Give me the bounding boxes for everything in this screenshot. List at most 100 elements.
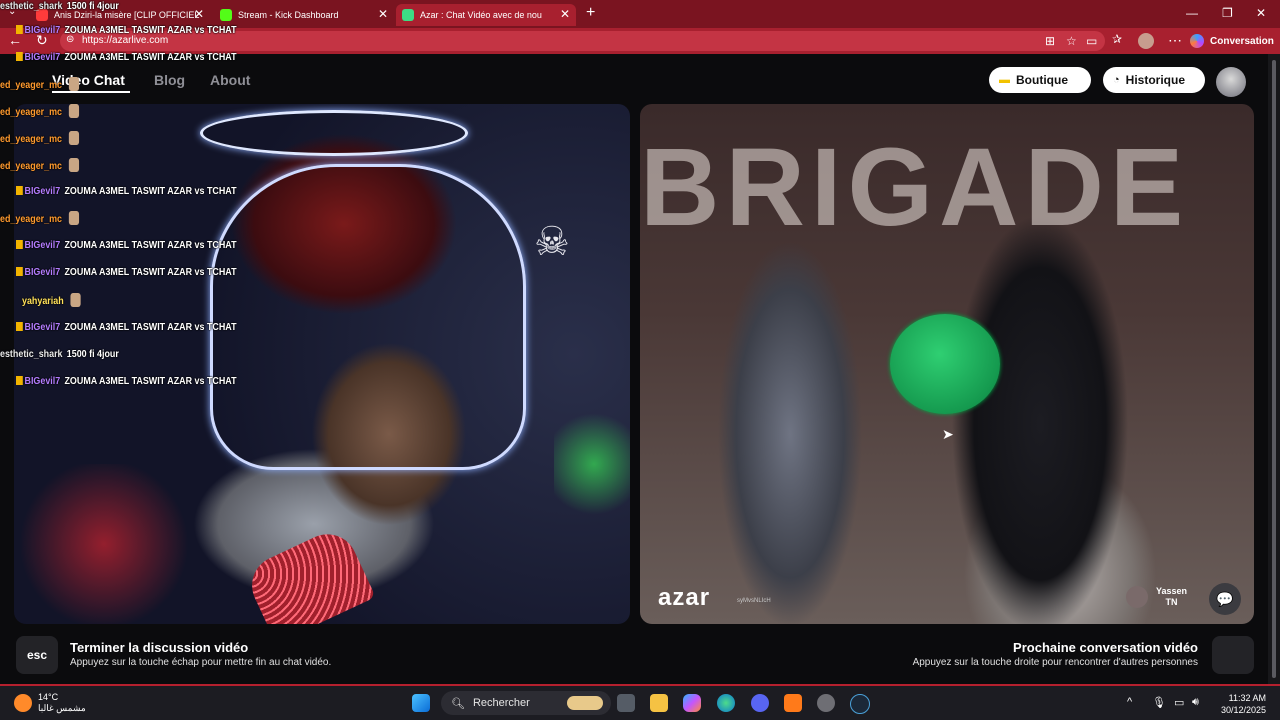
chat-username[interactable]: BIGevil7 — [25, 375, 61, 387]
tab-kick[interactable]: Stream - Kick Dashboard ✕ — [214, 4, 394, 26]
mouse-cursor-icon: ➤ — [942, 426, 954, 442]
subscriber-badge-icon — [16, 52, 23, 61]
chat-username[interactable]: yahyariah — [22, 295, 64, 307]
close-window-icon[interactable]: ✕ — [1256, 6, 1266, 20]
chat-message: ed_yeager_mc — [0, 104, 80, 118]
chat-text: ZOUMA A3MEL TASWIT AZAR vs TCHAT — [64, 24, 237, 36]
close-tab-icon[interactable]: ✕ — [560, 7, 570, 21]
chat-emote-icon — [68, 104, 80, 118]
nav-about[interactable]: About — [210, 72, 250, 88]
system-clock[interactable]: 11:32 AM 30/12/2025 — [1214, 692, 1266, 716]
close-tab-icon[interactable]: ✕ — [378, 7, 388, 21]
close-tab-icon[interactable]: ✕ — [194, 7, 204, 21]
minimize-icon[interactable]: — — [1186, 6, 1198, 20]
clock-time: 11:32 AM — [1228, 693, 1266, 703]
subscriber-badge-icon — [16, 267, 23, 276]
coin-icon: ▬ — [999, 74, 1010, 86]
chat-username[interactable]: BIGevil7 — [25, 239, 61, 251]
weather-text: 14°C مشمس غالبا — [38, 692, 86, 714]
partner-country: TN — [1165, 597, 1178, 607]
partner-video: BRIGADE ➤ azar syMvsNLIcH Yassen TN 💬 — [640, 104, 1254, 624]
partner-name: Yassen — [1156, 586, 1188, 596]
neon-outline — [210, 164, 526, 470]
tab-azar[interactable]: Azar : Chat Vidéo avec de nou ✕ — [396, 4, 576, 26]
windows-start-icon[interactable] — [412, 694, 430, 712]
chat-message: ed_yeager_mc — [0, 211, 80, 225]
chat-username[interactable]: ed_yeager_mc — [0, 213, 62, 225]
next-key-button[interactable] — [1212, 636, 1254, 674]
maximize-icon[interactable]: ❐ — [1222, 6, 1233, 20]
copilot-icon — [1190, 34, 1204, 48]
chat-text: ZOUMA A3MEL TASWIT AZAR vs TCHAT — [64, 51, 237, 63]
chat-text: ZOUMA A3MEL TASWIT AZAR vs TCHAT — [64, 266, 237, 278]
discord-icon[interactable] — [751, 694, 769, 712]
chat-username[interactable]: BIGevil7 — [25, 185, 61, 197]
volume-icon[interactable]: 🔊︎ — [1192, 696, 1199, 709]
network-icon[interactable]: ▭ — [1174, 696, 1184, 709]
esc-key-button[interactable]: esc — [16, 636, 58, 674]
partner-info[interactable]: Yassen TN — [1126, 584, 1187, 610]
camera-icon[interactable]: ▭ — [1086, 34, 1097, 48]
search-icon: 🔍︎ — [451, 697, 465, 710]
favorites-icon[interactable]: ✰ — [1112, 32, 1122, 46]
video-controls: esc Terminer la discussion vidéo Appuyez… — [0, 624, 1268, 684]
next-chat-hint: Appuyez sur la touche droite pour rencon… — [912, 657, 1198, 668]
app-install-icon[interactable]: ⊞ — [1045, 34, 1055, 48]
chat-message: esthetic_shark 1500 fi 4jour — [0, 0, 119, 12]
open-chat-button[interactable]: 💬 — [1209, 583, 1241, 615]
tray-overflow-icon[interactable]: ^ — [1127, 696, 1132, 708]
profile-avatar-icon[interactable] — [1138, 33, 1154, 49]
obs-icon[interactable] — [817, 694, 835, 712]
user-avatar[interactable] — [1216, 67, 1246, 97]
url-text: https://azarlive.com — [82, 35, 169, 46]
subscriber-badge-icon — [16, 240, 23, 249]
chat-message: ed_yeager_mc — [0, 158, 80, 172]
new-tab-icon[interactable]: + — [586, 4, 595, 22]
skull-crossbones-icon: ☠ — [534, 220, 570, 264]
chat-username[interactable]: ed_yeager_mc — [0, 133, 62, 145]
page-scrollbar[interactable] — [1268, 54, 1280, 684]
chat-username[interactable]: BIGevil7 — [25, 51, 61, 63]
scrollbar-thumb[interactable] — [1272, 60, 1276, 678]
boutique-button[interactable]: ▬ Boutique — [989, 67, 1091, 93]
steam-icon[interactable] — [850, 694, 870, 714]
conversation-button[interactable]: Conversation — [1190, 31, 1274, 51]
chat-username[interactable]: BIGevil7 — [25, 321, 61, 333]
historique-button[interactable]: ◔ Historique — [1103, 67, 1205, 93]
azar-favicon-icon — [402, 9, 414, 21]
tab-title: Azar : Chat Vidéo avec de nou — [420, 10, 542, 20]
chat-username[interactable]: BIGevil7 — [25, 24, 61, 36]
streaming-app-icon[interactable] — [784, 694, 802, 712]
nav-blog[interactable]: Blog — [154, 72, 185, 88]
tab-title: Stream - Kick Dashboard — [238, 10, 339, 20]
chat-message: yahyariah — [22, 293, 81, 307]
green-sticker — [890, 314, 1000, 414]
partner-avatar — [1126, 586, 1148, 608]
favorite-star-icon[interactable]: ☆ — [1066, 34, 1077, 48]
copilot-app-icon[interactable] — [683, 694, 701, 712]
chat-username[interactable]: esthetic_shark — [0, 348, 63, 360]
microphone — [242, 524, 376, 624]
end-chat-hint: Appuyez sur la touche échap pour mettre … — [70, 657, 332, 668]
chat-username[interactable]: ed_yeager_mc — [0, 79, 62, 91]
chat-username[interactable]: BIGevil7 — [25, 266, 61, 278]
microphone-icon[interactable]: 🎙︎ — [1152, 696, 1166, 709]
clock-date: 30/12/2025 — [1220, 705, 1266, 715]
subscriber-badge-icon — [16, 186, 23, 195]
chat-message: BIGevil7 ZOUMA A3MEL TASWIT AZAR vs TCHAT — [16, 266, 237, 278]
chat-message: BIGevil7 ZOUMA A3MEL TASWIT AZAR vs TCHAT — [16, 24, 237, 36]
chat-message: BIGevil7 ZOUMA A3MEL TASWIT AZAR vs TCHAT — [16, 321, 237, 333]
chat-message: BIGevil7 ZOUMA A3MEL TASWIT AZAR vs TCHAT — [16, 375, 237, 387]
file-explorer-icon[interactable] — [650, 694, 668, 712]
task-view-icon[interactable] — [617, 694, 635, 712]
chat-bubble-icon: 💬 — [1216, 590, 1234, 607]
edge-browser-icon[interactable] — [717, 694, 735, 712]
chat-emote-icon — [70, 293, 81, 307]
chat-username[interactable]: ed_yeager_mc — [0, 106, 62, 118]
weather-widget[interactable]: 14°C مشمس غالبا — [14, 692, 86, 714]
chat-username[interactable]: esthetic_shark — [0, 0, 63, 12]
more-menu-icon[interactable]: ⋯ — [1168, 32, 1182, 49]
chat-text: ZOUMA A3MEL TASWIT AZAR vs TCHAT — [64, 239, 237, 251]
self-video: ☠ — [14, 104, 630, 624]
chat-username[interactable]: ed_yeager_mc — [0, 160, 62, 172]
